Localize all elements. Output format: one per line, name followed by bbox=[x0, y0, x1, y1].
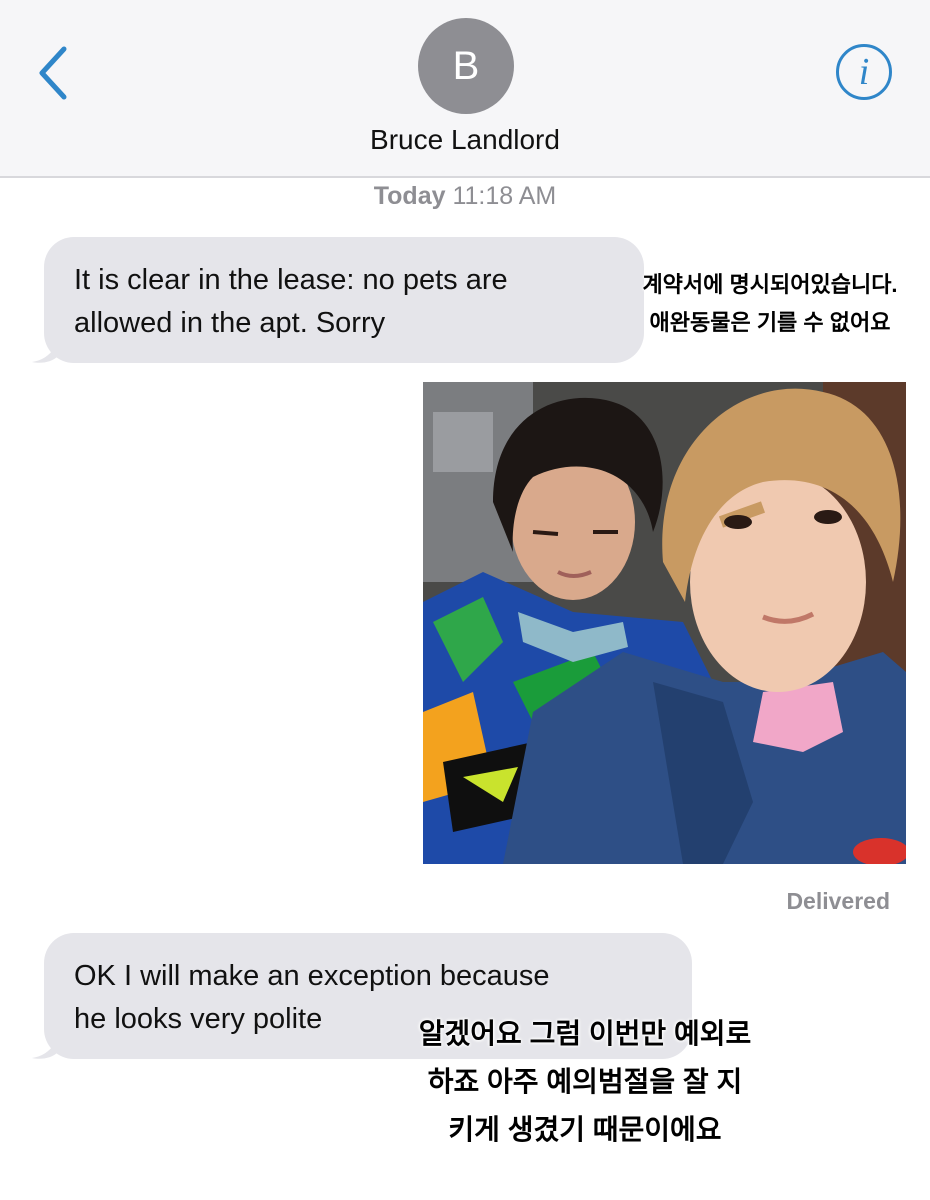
info-button[interactable]: i bbox=[836, 44, 892, 100]
subtitle-line: 키게 생겼기 때문이에요 bbox=[448, 1114, 722, 1145]
bubble-tail-icon bbox=[32, 338, 58, 363]
message-thread-screen: B Bruce Landlord i Today 11:18 AM It is … bbox=[0, 0, 930, 1200]
message-line: OK I will make an exception because bbox=[74, 960, 550, 992]
contact-name[interactable]: Bruce Landlord bbox=[0, 124, 930, 156]
conversation-header: B Bruce Landlord i bbox=[0, 0, 930, 178]
message-line: allowed in the apt. Sorry bbox=[74, 307, 386, 339]
korean-subtitle: 알겠어요 그럼 이번만 예외로 하죠 아주 예의범절을 잘 지 키게 생겼기 때… bbox=[385, 1010, 785, 1154]
bubble-tail-icon bbox=[32, 1034, 58, 1059]
photo-attachment[interactable] bbox=[423, 382, 906, 864]
avatar-initial: B bbox=[452, 43, 480, 88]
contact-avatar[interactable]: B bbox=[418, 18, 514, 114]
message-line: It is clear in the lease: no pets are bbox=[74, 264, 508, 296]
info-circle-icon: i bbox=[858, 51, 870, 93]
selfie-photo-illustration bbox=[423, 382, 906, 864]
thread-timestamp: Today 11:18 AM bbox=[0, 182, 930, 211]
timestamp-time: 11:18 AM bbox=[452, 182, 557, 210]
back-button[interactable] bbox=[30, 40, 76, 106]
subtitle-line: 계약서에 명시되어있습니다. bbox=[642, 272, 898, 297]
korean-subtitle: 계약서에 명시되어있습니다. 애완동물은 기를 수 없어요 bbox=[620, 266, 920, 342]
subtitle-line: 하죠 아주 예의범절을 잘 지 bbox=[427, 1066, 743, 1097]
incoming-message-bubble[interactable]: It is clear in the lease: no pets are al… bbox=[44, 237, 644, 363]
subtitle-line: 애완동물은 기를 수 없어요 bbox=[649, 310, 891, 335]
chevron-left-icon bbox=[39, 46, 67, 100]
subtitle-line: 알겠어요 그럼 이번만 예외로 bbox=[418, 1018, 752, 1049]
delivery-status: Delivered bbox=[786, 888, 890, 914]
timestamp-day: Today bbox=[373, 182, 446, 210]
